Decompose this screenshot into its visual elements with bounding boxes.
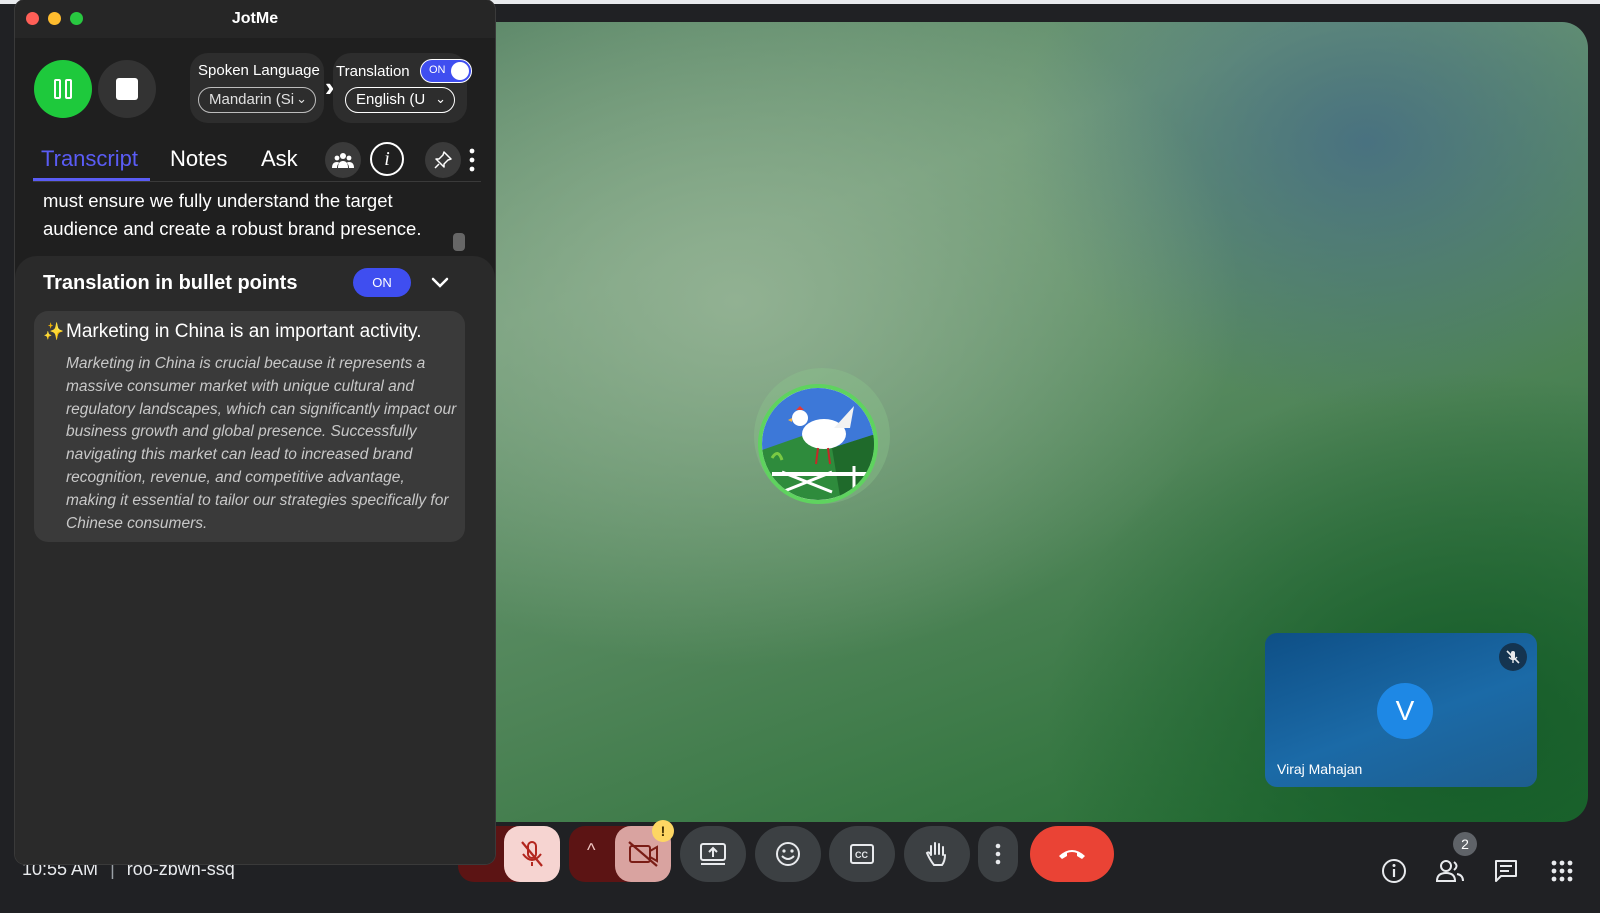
people-icon bbox=[1436, 860, 1464, 882]
stop-icon bbox=[116, 78, 138, 100]
spoken-language-select[interactable]: Mandarin (Si ⌄ bbox=[198, 87, 316, 113]
toggle-knob bbox=[451, 62, 469, 80]
chevron-down-icon: ⌄ bbox=[296, 91, 307, 106]
people-button[interactable] bbox=[1432, 853, 1468, 889]
self-name: Viraj Mahajan bbox=[1277, 761, 1363, 777]
spoken-language-box: Spoken Language Mandarin (Si ⌄ bbox=[190, 53, 324, 123]
leave-call-button[interactable] bbox=[1030, 826, 1114, 882]
raise-hand-button[interactable] bbox=[904, 826, 970, 882]
jotme-title: JotMe bbox=[231, 10, 279, 27]
activities-button[interactable] bbox=[1544, 853, 1580, 889]
muted-mic-icon bbox=[1499, 643, 1527, 671]
participant-avatar bbox=[758, 384, 878, 504]
self-avatar: V bbox=[1377, 683, 1433, 739]
transcript-scrollbar[interactable] bbox=[453, 233, 465, 251]
bullet-card: ✨ Marketing in China is an important act… bbox=[34, 311, 465, 542]
camera-options-chevron-icon[interactable]: ^ bbox=[587, 840, 595, 861]
pin-icon bbox=[434, 151, 452, 169]
jotme-tabs: Transcript Notes Ask i bbox=[33, 142, 481, 182]
group-icon bbox=[332, 153, 354, 168]
info-icon: i bbox=[384, 147, 390, 170]
jotme-titlebar[interactable]: JotMe bbox=[15, 0, 495, 38]
translation-toggle[interactable]: ON bbox=[420, 59, 472, 83]
camera-warning-badge: ! bbox=[652, 820, 674, 842]
jotme-panel: JotMe Spoken Language Mandarin (Si ⌄ ›› … bbox=[15, 0, 495, 864]
pin-button[interactable] bbox=[425, 142, 461, 178]
spoken-language-label: Spoken Language bbox=[198, 62, 320, 79]
info-icon bbox=[1382, 859, 1406, 883]
present-screen-button[interactable] bbox=[680, 826, 746, 882]
double-chevron-right-icon: ›› bbox=[325, 72, 337, 102]
self-video-tile[interactable]: V Viraj Mahajan bbox=[1265, 633, 1537, 787]
chat-icon bbox=[1495, 860, 1517, 882]
reactions-button[interactable] bbox=[755, 826, 821, 882]
translation-language-value: English (U bbox=[356, 91, 426, 108]
more-vertical-icon bbox=[995, 843, 1001, 865]
tab-ask[interactable]: Ask bbox=[261, 146, 298, 172]
mic-off-icon bbox=[521, 841, 543, 867]
bullet-panel-title: Translation in bullet points bbox=[43, 272, 298, 294]
more-options-button[interactable] bbox=[978, 826, 1018, 882]
present-screen-icon bbox=[700, 843, 726, 865]
pause-icon bbox=[54, 79, 72, 99]
chat-button[interactable] bbox=[1488, 853, 1524, 889]
transcript-text: must ensure we fully understand the targ… bbox=[43, 190, 422, 239]
collapse-chevron-icon[interactable] bbox=[429, 272, 451, 294]
bullet-detail: Marketing in China is crucial because it… bbox=[66, 355, 457, 532]
more-vertical-icon[interactable] bbox=[469, 148, 479, 174]
speakers-button[interactable] bbox=[325, 142, 361, 178]
closed-captions-icon: CC bbox=[850, 844, 874, 864]
mic-toggle-button[interactable] bbox=[504, 826, 560, 882]
chevron-down-icon: ⌄ bbox=[435, 91, 446, 106]
participants-count-badge: 2 bbox=[1453, 832, 1477, 856]
svg-text:CC: CC bbox=[855, 850, 868, 860]
translation-toggle-label: ON bbox=[429, 64, 446, 76]
hang-up-icon bbox=[1059, 850, 1085, 859]
translation-language-select[interactable]: English (U ⌄ bbox=[345, 87, 455, 113]
captions-button[interactable]: CC bbox=[829, 826, 895, 882]
sparkle-icon: ✨ bbox=[43, 322, 65, 341]
stop-button[interactable] bbox=[98, 60, 156, 118]
meeting-details-button[interactable] bbox=[1376, 853, 1412, 889]
active-tab-underline bbox=[33, 178, 150, 181]
spoken-language-value: Mandarin (Si bbox=[209, 91, 295, 108]
emoji-icon bbox=[776, 842, 800, 866]
tab-notes[interactable]: Notes bbox=[170, 146, 227, 172]
apps-grid-icon bbox=[1551, 860, 1573, 882]
translation-label: Translation bbox=[336, 63, 410, 80]
hand-icon bbox=[925, 842, 946, 866]
camera-control-group: ^ ! bbox=[569, 820, 674, 882]
info-button[interactable]: i bbox=[370, 142, 404, 176]
pause-button[interactable] bbox=[34, 60, 92, 118]
tab-transcript[interactable]: Transcript bbox=[41, 146, 138, 172]
bullet-panel-toggle[interactable]: ON bbox=[353, 268, 411, 297]
bullet-heading: Marketing in China is an important activ… bbox=[66, 321, 422, 342]
